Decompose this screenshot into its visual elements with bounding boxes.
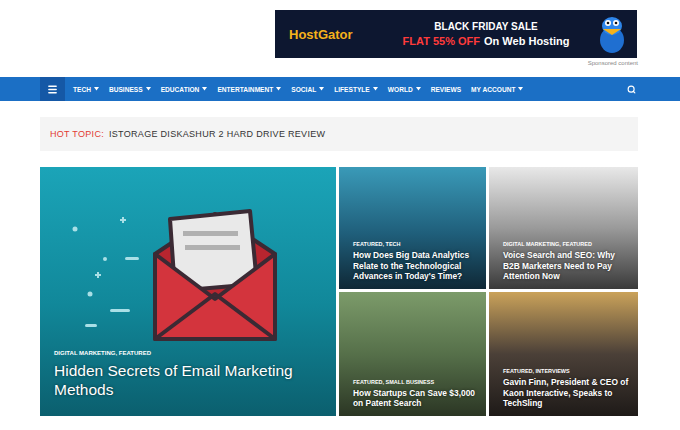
ad-banner[interactable]: HostGator BLACK FRIDAY SALE FLAT 55% OFF On… [275, 10, 637, 58]
ad-offer-rest: On Web Hosting [484, 35, 569, 47]
dropdown-caret-icon [94, 87, 99, 91]
featured-grid: DIGITAL MARKETING, FEATURED Hidden Secret… [40, 167, 638, 416]
header: HostGator BLACK FRIDAY SALE FLAT 55% OFF On… [40, 0, 638, 77]
card-title: How Does Big Data Analytics Relate to th… [353, 250, 480, 281]
hot-topic-label: HOT TOPIC: [50, 129, 104, 139]
dropdown-caret-icon [202, 87, 207, 91]
page: HostGator BLACK FRIDAY SALE FLAT 55% OFF On… [0, 0, 680, 430]
nav-item[interactable]: REVIEWS [426, 86, 466, 93]
card-text: FEATURED, TECH How Does Big Data Analytic… [353, 241, 480, 281]
ad-offer-highlight: FLAT 55% OFF [403, 35, 480, 47]
search-button[interactable] [625, 85, 638, 94]
nav-bar: TECHBUSINESSEDUCATIONENTERTAINMENTSOCIAL… [0, 77, 680, 101]
sponsored-label: Sponsored content [588, 60, 638, 66]
ad-brand: HostGator [289, 27, 377, 42]
featured-card[interactable]: FEATURED, INTERVIEWS Gavin Finn, Presiden… [489, 292, 638, 416]
card-categories: FEATURED, INTERVIEWS [503, 368, 632, 374]
featured-card[interactable]: FEATURED, SMALL BUSINESS How Startups Can… [339, 292, 486, 416]
featured-card[interactable]: FEATURED, TECH How Does Big Data Analytic… [339, 167, 486, 289]
featured-card[interactable]: DIGITAL MARKETING, FEATURED Voice Search … [489, 167, 638, 289]
nav-item[interactable]: BUSINESS [104, 86, 156, 93]
card-text: FEATURED, SMALL BUSINESS How Startups Can… [353, 379, 480, 409]
ad-copy: BLACK FRIDAY SALE FLAT 55% OFF On Web Host… [387, 21, 585, 47]
nav-item[interactable]: WORLD [383, 86, 426, 93]
nav-item[interactable]: TECH [68, 86, 104, 93]
ad-headline: BLACK FRIDAY SALE [434, 21, 537, 32]
menu-button[interactable] [40, 77, 65, 101]
card-title: Gavin Finn, President & CEO of Kaon Inte… [503, 377, 632, 408]
dropdown-caret-icon [373, 87, 378, 91]
card-text: FEATURED, INTERVIEWS Gavin Finn, Presiden… [503, 368, 632, 408]
email-envelope-icon [65, 199, 285, 349]
card-categories: FEATURED, SMALL BUSINESS [353, 379, 480, 385]
dropdown-caret-icon [276, 87, 281, 91]
card-title: Hidden Secrets of Email Marketing Method… [54, 362, 296, 400]
card-text: DIGITAL MARKETING, FEATURED Hidden Secret… [54, 350, 296, 400]
nav-list: TECHBUSINESSEDUCATIONENTERTAINMENTSOCIAL… [68, 86, 625, 93]
card-categories: DIGITAL MARKETING, FEATURED [54, 350, 296, 356]
nav-inner: TECHBUSINESSEDUCATIONENTERTAINMENTSOCIAL… [40, 77, 638, 101]
card-categories: DIGITAL MARKETING, FEATURED [503, 241, 632, 247]
dropdown-caret-icon [146, 87, 151, 91]
nav-item[interactable]: EDUCATION [156, 86, 213, 93]
nav-item[interactable]: LIFESTYLE [329, 86, 383, 93]
card-title: How Startups Can Save $3,000 on Patent S… [353, 388, 480, 409]
dropdown-caret-icon [518, 87, 523, 91]
hot-topic-link[interactable]: ISTORAGE DISKASHUR 2 HARD DRIVE REVIEW [109, 129, 325, 139]
card-title: Voice Search and SEO: Why B2B Marketers … [503, 250, 632, 281]
ad-offer: FLAT 55% OFF On Web Hosting [403, 35, 570, 47]
nav-item[interactable]: SOCIAL [286, 86, 329, 93]
nav-item[interactable]: ENTERTAINMENT [212, 86, 286, 93]
hot-topic-bar: HOT TOPIC: ISTORAGE DISKASHUR 2 HARD DRIV… [40, 117, 638, 151]
menu-icon [47, 84, 58, 95]
featured-card-large[interactable]: DIGITAL MARKETING, FEATURED Hidden Secret… [40, 167, 336, 416]
card-text: DIGITAL MARKETING, FEATURED Voice Search … [503, 241, 632, 281]
search-icon [627, 85, 636, 94]
dropdown-caret-icon [416, 87, 421, 91]
card-categories: FEATURED, TECH [353, 241, 480, 247]
dropdown-caret-icon [319, 87, 324, 91]
gator-mascot-icon [595, 14, 629, 54]
nav-item[interactable]: MY ACCOUNT [466, 86, 528, 93]
card-illustration [54, 167, 296, 350]
